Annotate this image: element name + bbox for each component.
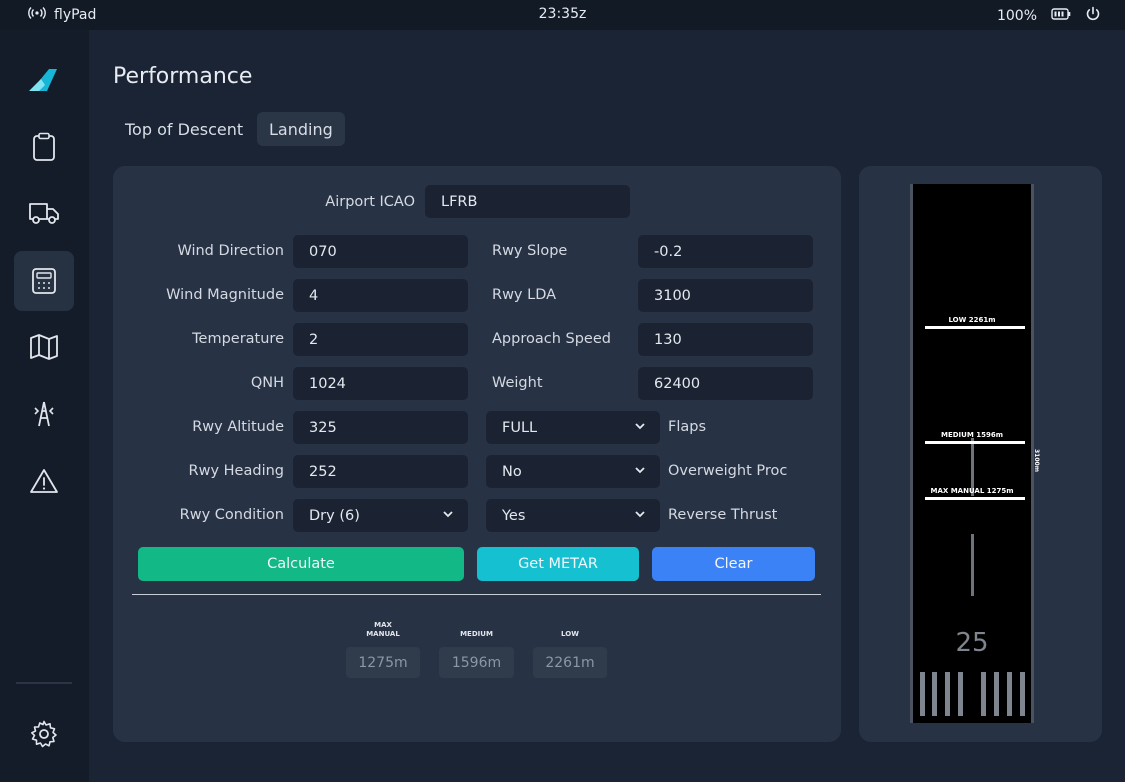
clear-button[interactable]: Clear — [652, 547, 815, 581]
overweight-proc-value: No — [502, 463, 522, 480]
sidebar — [0, 30, 89, 782]
medium-distance-label: MEDIUM 1596m — [940, 431, 1004, 439]
rwy-condition-value: Dry (6) — [309, 507, 360, 524]
rwy-condition-select[interactable]: Dry (6) — [293, 499, 468, 532]
tab-landing[interactable]: Landing — [257, 112, 345, 146]
chevron-down-icon — [442, 508, 454, 524]
max-manual-distance-marker — [925, 497, 1025, 500]
threshold-stripe — [981, 672, 986, 716]
wind-direction-input[interactable]: 070 — [293, 235, 468, 268]
max-manual-title: MAX MANUAL — [346, 621, 420, 639]
reverse-thrust-select[interactable]: Yes — [486, 499, 660, 532]
rwy-slope-input[interactable]: -0.2 — [638, 235, 813, 268]
wind-direction-label: Wind Direction — [177, 243, 284, 259]
tower-icon[interactable] — [14, 384, 74, 444]
flaps-label: Flaps — [668, 419, 707, 435]
temperature-input[interactable]: 2 — [293, 323, 468, 356]
max-manual-distance-label: MAX MANUAL 1275m — [930, 487, 1014, 495]
threshold-stripe — [945, 672, 950, 716]
sidebar-divider — [16, 682, 72, 684]
weight-input[interactable]: 62400 — [638, 367, 813, 400]
status-right: 100% — [997, 6, 1101, 26]
chevron-down-icon — [634, 508, 646, 524]
wind-magnitude-input[interactable]: 4 — [293, 279, 468, 312]
threshold-stripe — [932, 672, 937, 716]
rwy-condition-label: Rwy Condition — [179, 507, 284, 523]
qnh-input[interactable]: 1024 — [293, 367, 468, 400]
runway-number: 25 — [955, 628, 989, 658]
battery-percentage: 100% — [996, 8, 1037, 24]
max-manual-title-line1: MAX — [374, 621, 392, 629]
max-manual-result: 1275m — [346, 647, 420, 678]
max-manual-title-line2: MANUAL — [366, 630, 400, 638]
wind-magnitude-label: Wind Magnitude — [166, 287, 284, 303]
status-bar: flyPad 23:35z 100% — [0, 0, 1125, 30]
divider — [132, 594, 821, 595]
map-icon[interactable] — [14, 317, 74, 377]
power-icon[interactable] — [1085, 6, 1101, 26]
overweight-proc-label: Overweight Proc — [668, 463, 788, 479]
page-title: Performance — [113, 64, 253, 89]
flaps-value: FULL — [502, 419, 538, 436]
qnh-label: QNH — [250, 375, 284, 391]
runway-length-label: 3100m — [1033, 449, 1040, 472]
approach-speed-label: Approach Speed — [492, 331, 611, 347]
rwy-altitude-label: Rwy Altitude — [192, 419, 284, 435]
reverse-thrust-label: Reverse Thrust — [668, 507, 778, 523]
low-distance-marker — [925, 326, 1025, 329]
rwy-lda-input[interactable]: 3100 — [638, 279, 813, 312]
medium-title: MEDIUM — [460, 630, 493, 638]
weight-label: Weight — [492, 375, 543, 391]
flaps-select[interactable]: FULL — [486, 411, 660, 444]
threshold-stripe — [958, 672, 963, 716]
tab-top-of-descent[interactable]: Top of Descent — [113, 112, 255, 146]
low-result: 2261m — [533, 647, 607, 678]
warning-icon[interactable] — [14, 451, 74, 511]
runway-visual: LOW 2261m MEDIUM 1596m MAX MANUAL 1275m … — [910, 184, 1034, 723]
centerline-mark — [971, 534, 974, 596]
airport-icao-input[interactable]: LFRB — [425, 185, 630, 218]
truck-icon[interactable] — [14, 183, 74, 243]
rwy-altitude-input[interactable]: 325 — [293, 411, 468, 444]
rwy-heading-input[interactable]: 252 — [293, 455, 468, 488]
chevron-down-icon — [634, 464, 646, 480]
clock: 23:35z — [538, 6, 587, 22]
calculator-icon[interactable] — [14, 251, 74, 311]
medium-result: 1596m — [439, 647, 514, 678]
calculate-button[interactable]: Calculate — [138, 547, 464, 581]
clipboard-icon[interactable] — [14, 117, 74, 177]
logo-icon[interactable] — [14, 48, 74, 108]
threshold-stripe — [994, 672, 999, 716]
get-metar-button[interactable]: Get METAR — [477, 547, 639, 581]
chevron-down-icon — [634, 420, 646, 436]
threshold-stripe — [1020, 672, 1025, 716]
low-title: LOW — [561, 630, 579, 638]
rwy-heading-label: Rwy Heading — [188, 463, 284, 479]
reverse-thrust-value: Yes — [502, 507, 526, 524]
approach-speed-input[interactable]: 130 — [638, 323, 813, 356]
airport-icao-label: Airport ICAO — [325, 194, 415, 210]
rwy-slope-label: Rwy Slope — [492, 243, 568, 259]
threshold-stripe — [920, 672, 925, 716]
threshold-stripe — [1007, 672, 1012, 716]
gear-icon[interactable] — [14, 704, 74, 764]
battery-icon — [1051, 8, 1071, 24]
temperature-label: Temperature — [192, 331, 284, 347]
overweight-proc-select[interactable]: No — [486, 455, 660, 488]
medium-distance-marker — [925, 441, 1025, 444]
low-distance-label: LOW 2261m — [948, 316, 996, 324]
rwy-lda-label: Rwy LDA — [492, 287, 557, 303]
